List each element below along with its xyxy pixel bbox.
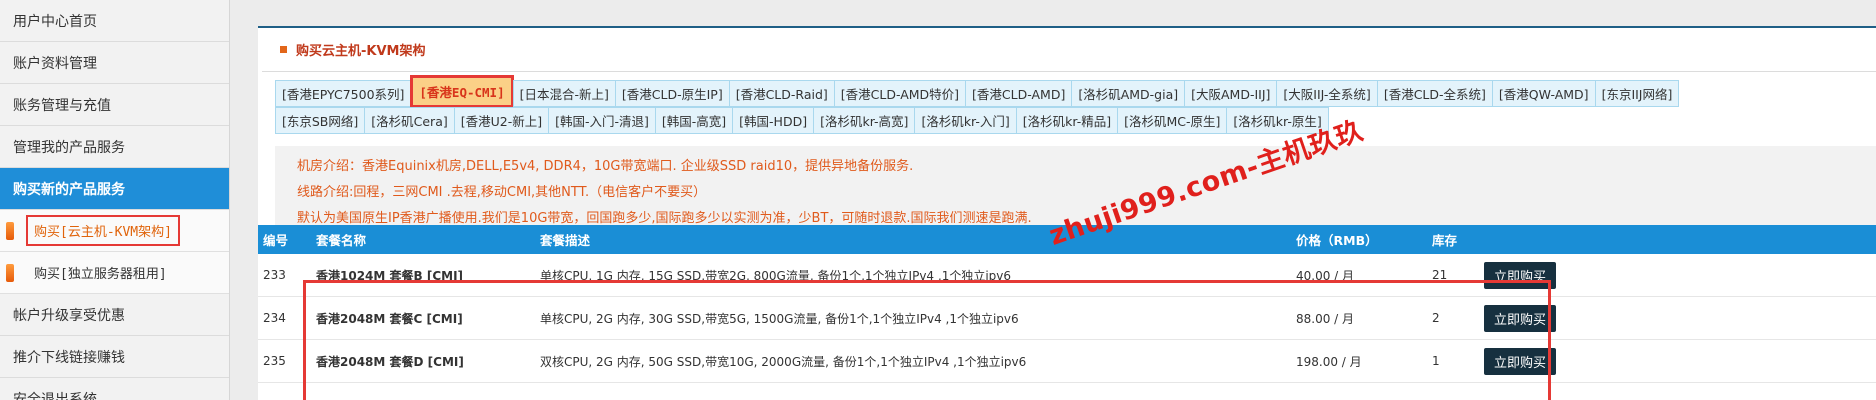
tab-row: [东京SB网络] [洛杉矶Cera] [香港U2-新上] [韩国-入门-清退] [韩国-… — [275, 107, 1875, 134]
row-price: 198.00 / 月 — [1296, 354, 1362, 369]
panel-header: 购买云主机-KVM架构 — [262, 28, 1876, 72]
table-row: 235 香港2048M 套餐D [CMI] 双核CPU, 2G 内存, 50G … — [258, 340, 1876, 383]
tab-region[interactable]: [洛杉矶MC-原生] — [1117, 107, 1228, 134]
buy-now-button[interactable]: 立即购买 — [1484, 304, 1557, 332]
tab-region[interactable]: [韩国-HDD] — [732, 107, 815, 134]
row-price: 40.00 / 月 — [1296, 268, 1355, 283]
datacenter-info: 机房介绍：香港Equinix机房,DELL,E5v4, DDR4，10G带宽端口… — [297, 159, 914, 174]
tab-region[interactable]: [东京SB网络] — [275, 107, 366, 134]
tab-region[interactable]: [洛杉矶kr-高宽] — [813, 107, 916, 134]
table-row: 234 香港2048M 套餐C [CMI] 单核CPU, 2G 内存, 30G … — [258, 297, 1876, 340]
tab-region[interactable]: [日本混合-新上] — [512, 80, 616, 107]
tab-region[interactable]: [香港CLD-Raid] — [728, 80, 835, 107]
sidebar-subitem-label: 购买[独立服务器租用] — [34, 267, 167, 282]
tab-region[interactable]: [洛杉矶kr-入门] — [914, 107, 1017, 134]
sidebar-item-buy-products[interactable]: 购买新的产品服务 — [0, 168, 229, 210]
sidebar-item-user-home[interactable]: 用户中心首页 — [0, 0, 229, 42]
tab-region[interactable]: [香港QW-AMD] — [1491, 80, 1596, 107]
tab-region[interactable]: [洛杉矶Cera] — [364, 107, 455, 134]
tab-region[interactable]: [香港CLD-AMD特价] — [833, 80, 967, 107]
tab-region[interactable]: [东京IIJ网络] — [1594, 80, 1680, 107]
region-tabs: [香港EPYC7500系列] [香港EQ-CMI] [日本混合-新上] [香港CLD-… — [275, 75, 1875, 134]
sidebar-item-billing[interactable]: 账务管理与充值 — [0, 84, 229, 126]
tab-region[interactable]: [大阪AMD-IIJ] — [1184, 80, 1278, 107]
row-description: 单核CPU, 2G 内存, 30G SSD,带宽5G, 1500G流量, 备份1… — [540, 311, 1019, 326]
row-stock: 21 — [1432, 268, 1448, 282]
tab-region[interactable]: [香港U2-新上] — [453, 107, 550, 134]
tab-region[interactable]: [大阪IIJ-全系统] — [1276, 80, 1378, 107]
square-bullet-icon — [280, 46, 287, 53]
row-plan-name: 香港2048M 套餐D [CMI] — [316, 354, 464, 369]
sidebar-item-account-profile[interactable]: 账户资料管理 — [0, 42, 229, 84]
main-panel: 购买云主机-KVM架构 [香港EPYC7500系列] [香港EQ-CMI] [日本混… — [258, 26, 1876, 400]
tab-region[interactable]: [香港CLD-原生IP] — [614, 80, 730, 107]
row-description: 单核CPU, 1G 内存, 15G SSD,带宽2G, 800G流量, 备份1个… — [540, 268, 1012, 283]
tab-region[interactable]: [香港CLD-AMD] — [965, 80, 1073, 107]
header-name: 套餐名称 — [316, 233, 367, 248]
table-row: 233 香港1024M 套餐B [CMI] 单核CPU, 1G 内存, 15G … — [258, 254, 1876, 297]
header-price: 价格（RMB） — [1296, 233, 1378, 248]
tab-region[interactable]: [香港EPYC7500系列] — [275, 80, 412, 107]
sidebar-item-upgrade[interactable]: 帐户升级享受优惠 — [0, 294, 229, 336]
header-stock: 库存 — [1432, 233, 1458, 248]
row-id: 235 — [263, 354, 286, 368]
buy-now-button[interactable]: 立即购买 — [1484, 347, 1557, 375]
header-desc: 套餐描述 — [540, 233, 591, 248]
bullet-icon — [6, 263, 14, 282]
sidebar-subitem-label: 购买[云主机-KVM架构] — [26, 215, 180, 246]
sidebar-item-my-products[interactable]: 管理我的产品服务 — [0, 126, 229, 168]
page-title: 购买云主机-KVM架构 — [296, 44, 426, 59]
row-price: 88.00 / 月 — [1296, 311, 1355, 326]
tab-region[interactable]: [香港EQ-CMI] — [410, 75, 514, 108]
row-description: 双核CPU, 2G 内存, 50G SSD,带宽10G, 2000G流量, 备份… — [540, 354, 1027, 369]
tab-region[interactable]: [香港CLD-全系统] — [1376, 80, 1493, 107]
sidebar-subitem-buy-cloud-kvm[interactable]: 购买[云主机-KVM架构] — [0, 210, 229, 252]
sidebar-item-logout[interactable]: 安全退出系统 — [0, 378, 229, 400]
tab-region[interactable]: [韩国-入门-清退] — [548, 107, 656, 134]
row-plan-name: 香港2048M 套餐C [CMI] — [316, 311, 463, 326]
row-id: 233 — [263, 268, 286, 282]
bullet-icon — [6, 221, 14, 240]
sidebar: 用户中心首页 账户资料管理 账务管理与充值 管理我的产品服务 购买新的产品服务 … — [0, 0, 230, 400]
tab-region[interactable]: [洛杉矶kr-精品] — [1015, 107, 1119, 134]
sidebar-item-referral[interactable]: 推介下线链接赚钱 — [0, 336, 229, 378]
tab-row: [香港EPYC7500系列] [香港EQ-CMI] [日本混合-新上] [香港CLD-… — [275, 75, 1875, 108]
tab-region[interactable]: [洛杉矶AMD-gia] — [1071, 80, 1186, 107]
row-plan-name: 香港1024M 套餐B [CMI] — [316, 268, 464, 283]
row-stock: 2 — [1432, 311, 1440, 325]
tab-region[interactable]: [韩国-高宽] — [654, 107, 734, 134]
sidebar-subitem-buy-dedicated[interactable]: 购买[独立服务器租用] — [0, 252, 229, 294]
row-stock: 1 — [1432, 354, 1440, 368]
header-id: 编号 — [263, 233, 289, 248]
row-id: 234 — [263, 311, 286, 325]
buy-now-button[interactable]: 立即购买 — [1484, 261, 1557, 289]
